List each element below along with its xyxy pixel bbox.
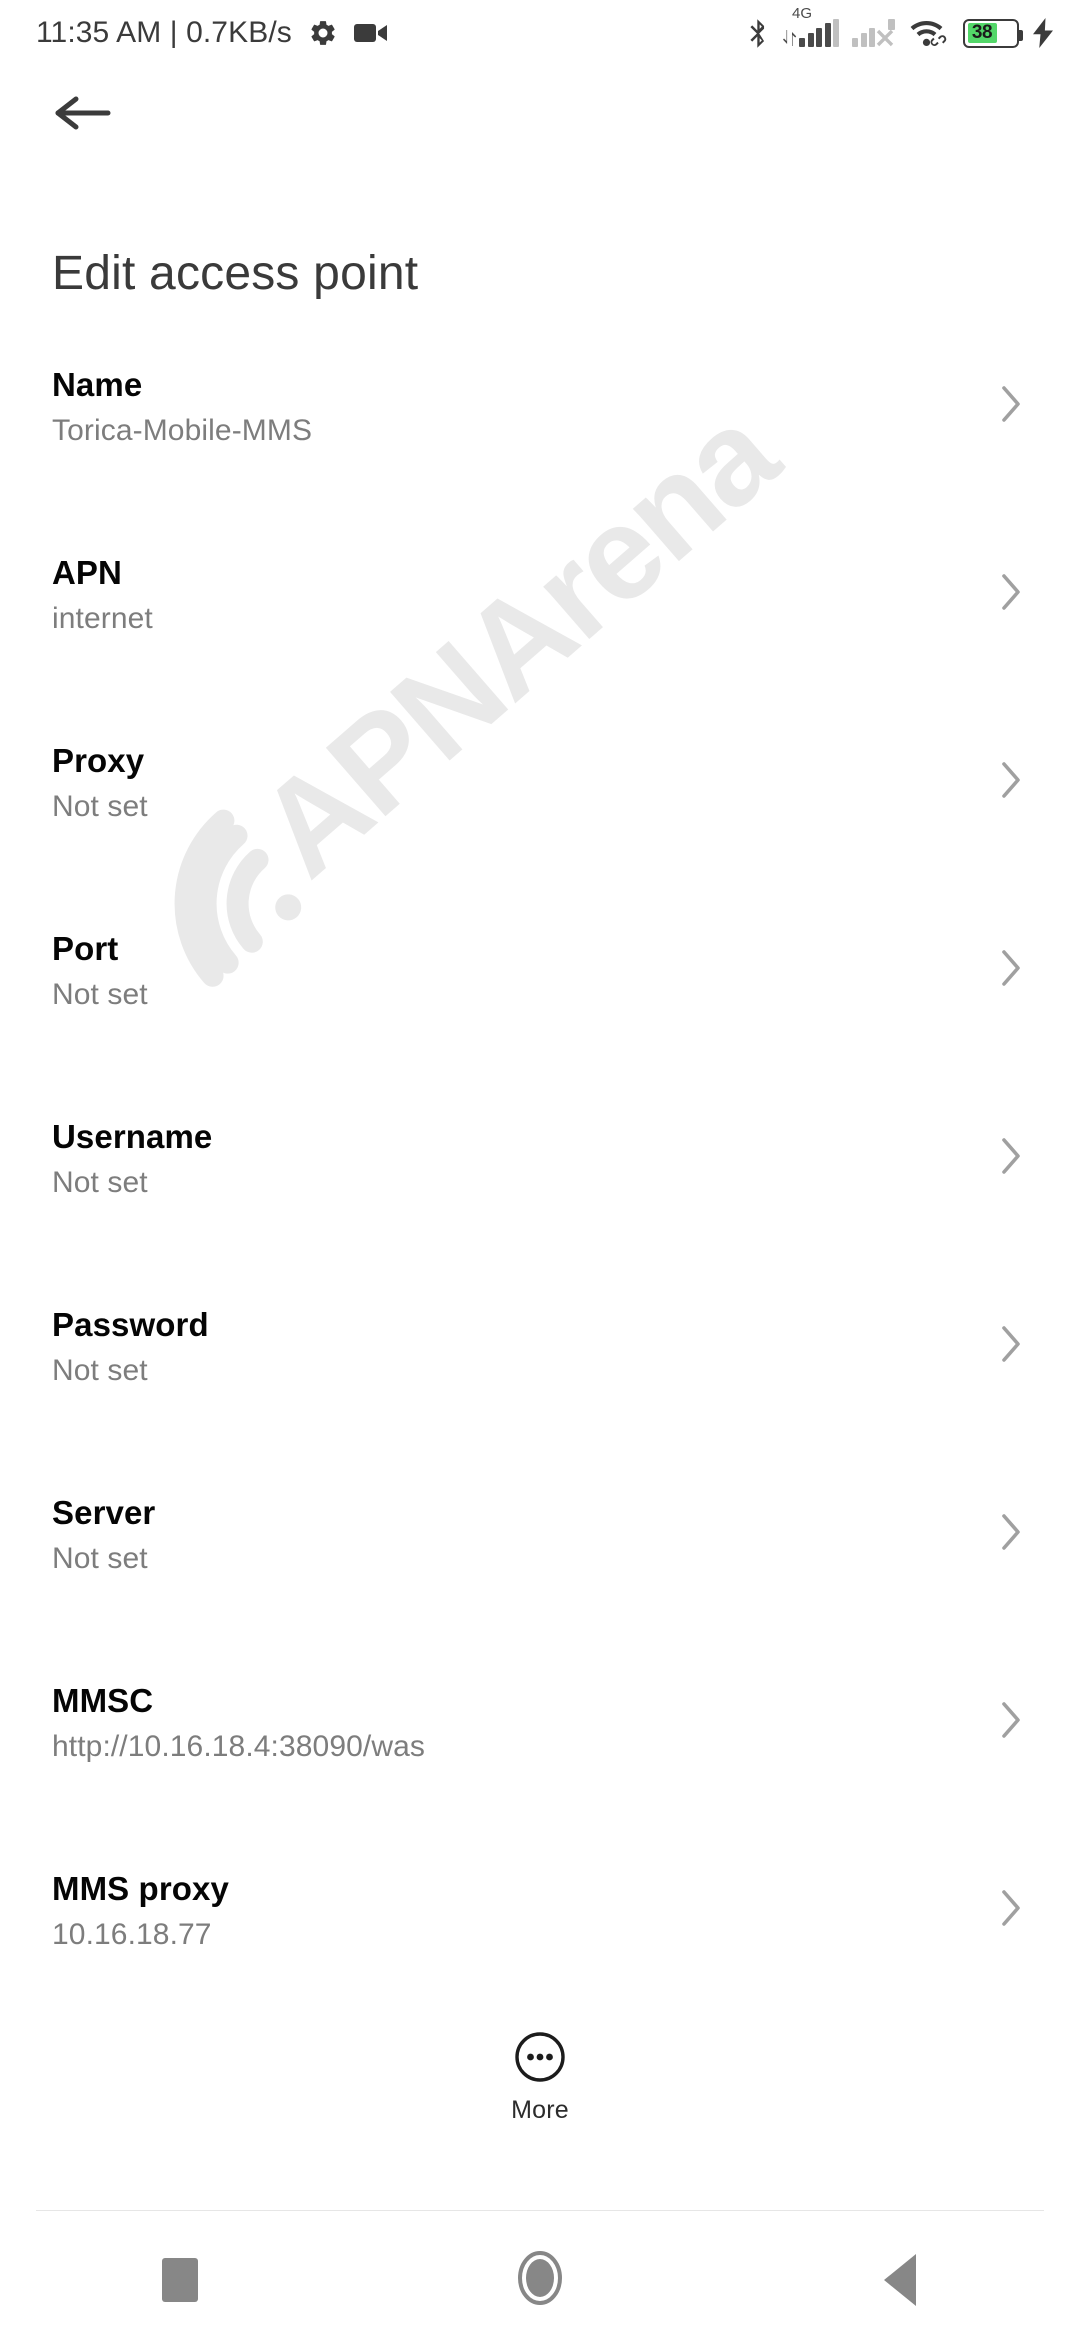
signal-bars-sim2 xyxy=(852,19,875,47)
list-item-label: Server xyxy=(52,1494,156,1531)
signal-4g-icon: 4G xyxy=(783,6,839,47)
chevron-right-icon xyxy=(998,1842,1028,1935)
nav-home-button[interactable] xyxy=(440,2220,640,2340)
list-item-label: APN xyxy=(52,554,122,591)
charging-bolt-icon xyxy=(1032,18,1054,48)
list-item-value: Not set xyxy=(52,1353,148,1387)
list-item-label: Proxy xyxy=(52,742,145,779)
chevron-right-icon xyxy=(998,526,1028,619)
list-item-label: Password xyxy=(52,1306,209,1343)
list-item-label: Username xyxy=(52,1118,213,1155)
chevron-right-icon xyxy=(998,714,1028,807)
phone-screen: 11:35 AM | 0.7KB/s 4G 38 Edit access poi… xyxy=(0,0,1080,2340)
more-button-label: More xyxy=(511,2096,569,2124)
gear-icon xyxy=(308,18,338,48)
chevron-right-icon xyxy=(998,902,1028,995)
overflow-dots-circle-icon xyxy=(513,2030,567,2089)
chevron-right-icon xyxy=(998,1654,1028,1747)
battery-icon: 38 xyxy=(963,18,1023,48)
nav-back-button[interactable] xyxy=(800,2220,1000,2340)
list-item-value: Not set xyxy=(52,1165,148,1199)
list-item-value: Not set xyxy=(52,977,148,1011)
list-item[interactable]: MMS proxy 10.16.18.77 xyxy=(0,1842,1080,2030)
circle-home-icon xyxy=(512,2250,568,2311)
list-item[interactable]: MMSC http://10.16.18.4:38090/was xyxy=(0,1654,1080,1842)
list-item[interactable]: Name Torica-Mobile-MMS xyxy=(0,338,1080,526)
video-recording-icon xyxy=(353,21,388,45)
back-button[interactable] xyxy=(44,76,122,154)
list-item-value: internet xyxy=(52,601,153,635)
list-item[interactable]: Username Not set xyxy=(0,1090,1080,1278)
arrow-left-icon xyxy=(54,91,112,140)
list-item[interactable]: Port Not set xyxy=(0,902,1080,1090)
list-item-label: Name xyxy=(52,366,143,403)
status-clock-and-network-speed: 11:35 AM | 0.7KB/s xyxy=(36,16,292,49)
no-service-x-icon xyxy=(875,19,897,47)
list-item[interactable]: Server Not set xyxy=(0,1466,1080,1654)
signal-sim2-no-service-icon xyxy=(852,19,897,47)
list-item[interactable]: APN internet xyxy=(0,526,1080,714)
list-item-value: Not set xyxy=(52,1541,148,1575)
nav-bar-divider xyxy=(36,2210,1044,2211)
network-type-label: 4G xyxy=(792,5,813,22)
signal-bars-sim1 xyxy=(799,19,839,47)
status-bar: 11:35 AM | 0.7KB/s 4G 38 xyxy=(0,0,1080,66)
list-item-label: Port xyxy=(52,930,119,967)
chevron-right-icon xyxy=(998,1090,1028,1183)
status-bar-left: 11:35 AM | 0.7KB/s xyxy=(36,16,388,50)
list-item-label: MMS proxy xyxy=(52,1870,229,1907)
list-item-value: Not set xyxy=(52,789,148,823)
chevron-right-icon xyxy=(998,338,1028,431)
square-recents-icon xyxy=(162,2258,198,2302)
chevron-right-icon xyxy=(998,1278,1028,1371)
triangle-back-icon xyxy=(884,2254,916,2306)
list-item-value: Torica-Mobile-MMS xyxy=(52,413,313,447)
status-bar-right: 4G 38 xyxy=(733,6,1054,50)
list-item[interactable]: Password Not set xyxy=(0,1278,1080,1466)
battery-percent-label: 38 xyxy=(967,22,997,43)
list-item[interactable]: Proxy Not set xyxy=(0,714,1080,902)
data-arrows-icon xyxy=(783,19,797,47)
chevron-right-icon xyxy=(998,1466,1028,1559)
list-item-value: 10.16.18.77 xyxy=(52,1917,212,1951)
page-title: Edit access point xyxy=(52,247,419,300)
more-button[interactable]: More xyxy=(0,2030,1080,2125)
nav-recents-button[interactable] xyxy=(80,2220,280,2340)
bluetooth-icon xyxy=(746,17,770,50)
wifi-icon xyxy=(910,18,950,48)
navigation-bar xyxy=(0,2220,1080,2340)
list-item-value: http://10.16.18.4:38090/was xyxy=(52,1729,425,1763)
list-item-label: MMSC xyxy=(52,1682,154,1719)
settings-list: Name Torica-Mobile-MMS APN internet Prox… xyxy=(0,338,1080,2030)
